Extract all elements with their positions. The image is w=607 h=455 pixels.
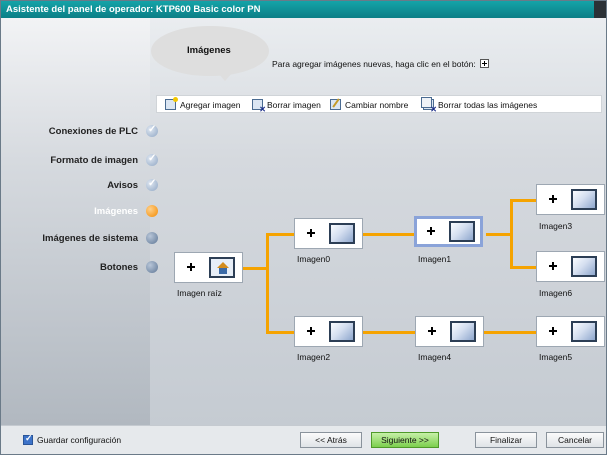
- image-node-imagen6[interactable]: [536, 251, 605, 282]
- image-node-imagen5[interactable]: [536, 316, 605, 347]
- add-child-icon[interactable]: [426, 325, 438, 337]
- image-node-imagen0[interactable]: [294, 218, 363, 249]
- title-bar-edge: [594, 1, 606, 18]
- footer-bar: Guardar configuración << Atrás Siguiente…: [1, 425, 606, 454]
- step-pending-icon: [146, 232, 158, 244]
- step-done-icon: [146, 153, 158, 166]
- add-child-icon[interactable]: [185, 261, 197, 273]
- cancel-button[interactable]: Cancelar: [546, 432, 604, 448]
- connector-line: [266, 233, 296, 236]
- step-done-icon: [146, 178, 158, 191]
- finish-button[interactable]: Finalizar: [475, 432, 537, 448]
- back-button[interactable]: << Atrás: [300, 432, 362, 448]
- delete-image-button[interactable]: Borrar imagen: [252, 99, 321, 114]
- root-image-label: Imagen raíz: [177, 288, 222, 298]
- step-buttons[interactable]: Botones: [100, 260, 158, 274]
- image-node-imagen1[interactable]: [414, 216, 483, 247]
- add-child-icon[interactable]: [425, 225, 437, 237]
- title-bar: Asistente del panel de operador: KTP600 …: [1, 1, 606, 18]
- connector-line: [266, 331, 296, 334]
- root-image-node[interactable]: [174, 252, 243, 283]
- connector-line: [510, 199, 538, 202]
- step-label: Imágenes de sistema: [42, 232, 138, 244]
- image-label: Imagen2: [297, 352, 331, 362]
- connector-line: [363, 233, 417, 236]
- add-child-icon[interactable]: [547, 193, 559, 205]
- image-node-imagen2[interactable]: [294, 316, 363, 347]
- screen-icon: [449, 221, 475, 242]
- step-system-images[interactable]: Imágenes de sistema: [42, 231, 158, 245]
- add-child-icon[interactable]: [547, 260, 559, 272]
- screen-icon: [329, 223, 355, 244]
- step-image-format[interactable]: Formato de imagen: [50, 153, 158, 167]
- connector-line: [243, 267, 268, 270]
- connector-line: [486, 233, 512, 236]
- screen-icon: [571, 189, 597, 210]
- image-label: Imagen5: [539, 352, 573, 362]
- connector-line: [510, 199, 513, 269]
- window-title: Asistente del panel de operador: KTP600 …: [6, 4, 261, 15]
- checkbox-checked-icon: [23, 433, 33, 445]
- add-image-icon: [165, 97, 178, 110]
- step-active-icon: [146, 205, 158, 217]
- rename-label: Cambiar nombre: [345, 99, 409, 110]
- connector-line: [510, 266, 538, 269]
- step-label: Botones: [100, 261, 138, 273]
- hint-text: Para agregar imágenes nuevas, haga clic …: [272, 59, 490, 69]
- image-toolbar: Agregar imagen Borrar imagen Cambiar nom…: [156, 95, 602, 114]
- image-node-imagen4[interactable]: [415, 316, 484, 347]
- add-image-label: Agregar imagen: [180, 99, 241, 110]
- step-label: Formato de imagen: [50, 154, 138, 166]
- next-button[interactable]: Siguiente >>: [371, 432, 439, 448]
- step-plc-connections[interactable]: Conexiones de PLC: [49, 124, 158, 138]
- connector-line: [266, 233, 269, 334]
- hint-label: Para agregar imágenes nuevas, haga clic …: [272, 59, 476, 69]
- step-images[interactable]: Imágenes: [94, 204, 158, 218]
- step-done-icon: [146, 124, 158, 137]
- step-label: Avisos: [107, 179, 138, 191]
- add-child-icon[interactable]: [547, 325, 559, 337]
- connector-line: [483, 331, 538, 334]
- image-label: Imagen0: [297, 254, 331, 264]
- steps-sidebar: [1, 18, 150, 425]
- step-alarms[interactable]: Avisos: [107, 178, 158, 192]
- save-config-label: Guardar configuración: [37, 435, 122, 445]
- add-image-button[interactable]: Agregar imagen: [165, 97, 241, 110]
- step-label: Conexiones de PLC: [48, 125, 138, 137]
- image-node-imagen3[interactable]: [536, 184, 605, 215]
- save-config-checkbox[interactable]: Guardar configuración: [23, 433, 122, 445]
- delete-image-label: Borrar imagen: [267, 99, 321, 110]
- step-title: Imágenes: [187, 45, 231, 56]
- screen-icon: [571, 321, 597, 342]
- delete-image-icon: [252, 99, 266, 114]
- image-label: Imagen4: [418, 352, 452, 362]
- home-icon: [209, 257, 235, 278]
- wizard-window: Asistente del panel de operador: KTP600 …: [0, 0, 607, 455]
- step-pending-icon: [146, 261, 158, 273]
- delete-all-button[interactable]: Borrar todas las imágenes: [421, 97, 538, 114]
- plus-icon: [480, 59, 490, 68]
- delete-all-icon: [421, 97, 437, 114]
- delete-all-label: Borrar todas las imágenes: [438, 99, 538, 110]
- rename-button[interactable]: Cambiar nombre: [330, 99, 408, 110]
- step-label: Imágenes: [94, 205, 138, 217]
- step-bubble-tail: [211, 65, 239, 81]
- image-label: Imagen1: [418, 254, 452, 264]
- rename-icon: [330, 99, 341, 110]
- screen-icon: [571, 256, 597, 277]
- add-child-icon[interactable]: [305, 227, 317, 239]
- connector-line: [363, 331, 417, 334]
- add-child-icon[interactable]: [305, 325, 317, 337]
- screen-icon: [450, 321, 476, 342]
- screen-icon: [329, 321, 355, 342]
- image-label: Imagen6: [539, 288, 573, 298]
- image-label: Imagen3: [539, 221, 573, 231]
